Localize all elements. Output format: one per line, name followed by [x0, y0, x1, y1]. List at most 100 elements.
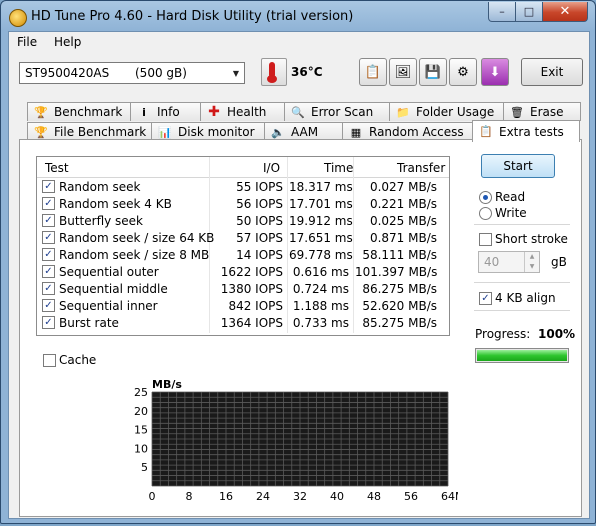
benchmark-icon: 🏆 — [34, 105, 48, 119]
options-icon: ⚙ — [457, 64, 469, 80]
menu-help[interactable]: Help — [54, 35, 81, 49]
cell-test: Random seek 4 KB — [59, 197, 172, 211]
cache-checkbox[interactable] — [43, 354, 56, 367]
write-label: Write — [495, 206, 527, 220]
start-button[interactable]: Start — [481, 154, 555, 178]
tab-random-access-label: Random Access — [369, 125, 464, 139]
table-row: ✓ Random seek / size 64 KB 57 IOPS 17.651 m… — [37, 230, 449, 247]
test-checkbox[interactable]: ✓ — [42, 282, 55, 295]
extra-tests-panel: Test I/O Time Transfer ✓ Random seek 55 IO… — [19, 139, 582, 517]
tab-error-scan-label: Error Scan — [311, 105, 374, 119]
maximize-button[interactable]: □ — [515, 2, 543, 22]
stepper-arrows-icon[interactable]: ▲ ▼ — [524, 252, 539, 272]
progress-bar — [475, 348, 569, 363]
cell-io: 50 IOPS — [236, 214, 283, 228]
info-icon: i — [142, 105, 146, 119]
short-stroke-checkbox[interactable] — [479, 233, 492, 246]
table-row: ✓ Random seek / size 8 MB 14 IOPS 69.778 ms… — [37, 247, 449, 264]
results-table: Test I/O Time Transfer ✓ Random seek 55 IO… — [36, 156, 450, 336]
read-radio[interactable] — [479, 191, 492, 204]
y-tick-label: 25 — [134, 386, 148, 399]
tab-extra-tests[interactable]: 📋 Extra tests — [472, 120, 580, 142]
cell-test: Random seek / size 8 MB — [59, 248, 210, 262]
options-button[interactable]: ⚙ — [449, 58, 477, 86]
cell-io: 55 IOPS — [236, 180, 283, 194]
tab-error-scan[interactable]: 🔍 Error Scan — [284, 102, 391, 121]
tab-benchmark[interactable]: 🏆 Benchmark — [27, 102, 132, 121]
test-checkbox[interactable]: ✓ — [42, 180, 55, 193]
drive-name: ST9500420AS — [25, 66, 110, 80]
x-tick-label: 64MB — [441, 490, 458, 503]
copy-screenshot-button[interactable]: 🖼 — [389, 58, 417, 86]
close-button[interactable]: ✕ — [542, 2, 588, 22]
cell-test: Burst rate — [59, 316, 119, 330]
speaker-icon: 🔈 — [271, 125, 285, 139]
app-icon — [9, 9, 27, 27]
short-stroke-stepper[interactable]: 40 ▲ ▼ — [478, 251, 540, 273]
tab-erase[interactable]: 🗑 Erase — [503, 102, 581, 121]
align-checkbox[interactable]: ✓ — [479, 292, 492, 305]
y-tick-label: 20 — [134, 405, 148, 418]
copy-info-button[interactable]: 📋 — [359, 58, 387, 86]
align-label: 4 KB align — [495, 291, 556, 305]
test-checkbox[interactable]: ✓ — [42, 214, 55, 227]
short-stroke-label: Short stroke — [495, 232, 568, 246]
app-window: HD Tune Pro 4.60 - Hard Disk Utility (tr… — [0, 0, 596, 524]
test-checkbox[interactable]: ✓ — [42, 299, 55, 312]
tab-extra-tests-label: Extra tests — [499, 124, 564, 139]
cell-test: Butterfly seek — [59, 214, 144, 228]
tab-info[interactable]: i Info — [130, 102, 202, 121]
temperature-value: 36°C — [291, 65, 323, 79]
drive-size: (500 gB) — [135, 66, 187, 80]
col-transfer: Transfer — [397, 161, 446, 175]
test-checkbox[interactable]: ✓ — [42, 231, 55, 244]
test-checkbox[interactable]: ✓ — [42, 316, 55, 329]
col-test: Test — [45, 161, 69, 175]
disk-monitor-icon: 📊 — [158, 125, 172, 139]
x-tick-label: 56 — [404, 490, 418, 503]
col-io: I/O — [263, 161, 281, 175]
window-title: HD Tune Pro 4.60 - Hard Disk Utility (tr… — [31, 9, 354, 24]
x-tick-label: 24 — [256, 490, 270, 503]
tab-health-label: Health — [227, 105, 267, 119]
trash-icon: 🗑 — [510, 105, 524, 119]
results-header: Test I/O Time Transfer — [37, 157, 449, 178]
x-tick-label: 0 — [149, 490, 156, 503]
menu-bar: File Help — [9, 32, 589, 52]
cell-time: 17.701 ms — [289, 197, 353, 211]
exit-button[interactable]: Exit — [521, 58, 583, 86]
cell-time: 0.733 ms — [292, 316, 349, 330]
drive-select[interactable]: ST9500420AS (500 gB) ▼ — [19, 62, 245, 84]
test-checkbox[interactable]: ✓ — [42, 265, 55, 278]
tab-folder-usage[interactable]: 📁 Folder Usage — [389, 102, 505, 121]
cell-test: Sequential inner — [59, 299, 158, 313]
download-button[interactable]: ⬇ — [481, 58, 509, 86]
cell-transfer: 101.397 MB/s — [355, 265, 438, 279]
cell-test: Random seek — [59, 180, 141, 194]
cache-label: Cache — [59, 353, 97, 367]
progress-value: 100% — [538, 327, 576, 341]
tab-erase-label: Erase — [530, 105, 564, 119]
tab-disk-monitor-label: Disk monitor — [178, 125, 255, 139]
tab-health[interactable]: ✚ Health — [200, 102, 286, 121]
y-axis-label: MB/s — [152, 378, 182, 391]
divider — [474, 224, 570, 225]
x-tick-label: 32 — [293, 490, 307, 503]
table-row: ✓ Sequential middle 1380 IOPS 0.724 ms 86.27… — [37, 281, 449, 298]
table-row: ✓ Sequential inner 842 IOPS 1.188 ms 52.620 … — [37, 298, 449, 315]
cell-transfer: 85.275 MB/s — [362, 316, 437, 330]
cell-transfer: 0.025 MB/s — [369, 214, 437, 228]
tab-file-benchmark-label: File Benchmark — [54, 125, 147, 139]
table-row: ✓ Butterfly seek 50 IOPS 19.912 ms 0.025 MB/… — [37, 213, 449, 230]
menu-file[interactable]: File — [17, 35, 37, 49]
y-tick-label: 5 — [141, 461, 148, 474]
minimize-button[interactable]: – — [488, 2, 516, 22]
title-bar[interactable]: HD Tune Pro 4.60 - Hard Disk Utility (tr… — [1, 1, 595, 31]
test-checkbox[interactable]: ✓ — [42, 248, 55, 261]
write-radio[interactable] — [479, 207, 492, 220]
save-button[interactable]: 💾 — [419, 58, 447, 86]
cell-transfer: 58.111 MB/s — [362, 248, 437, 262]
test-checkbox[interactable]: ✓ — [42, 197, 55, 210]
cell-time: 1.188 ms — [292, 299, 349, 313]
x-tick-label: 40 — [330, 490, 344, 503]
